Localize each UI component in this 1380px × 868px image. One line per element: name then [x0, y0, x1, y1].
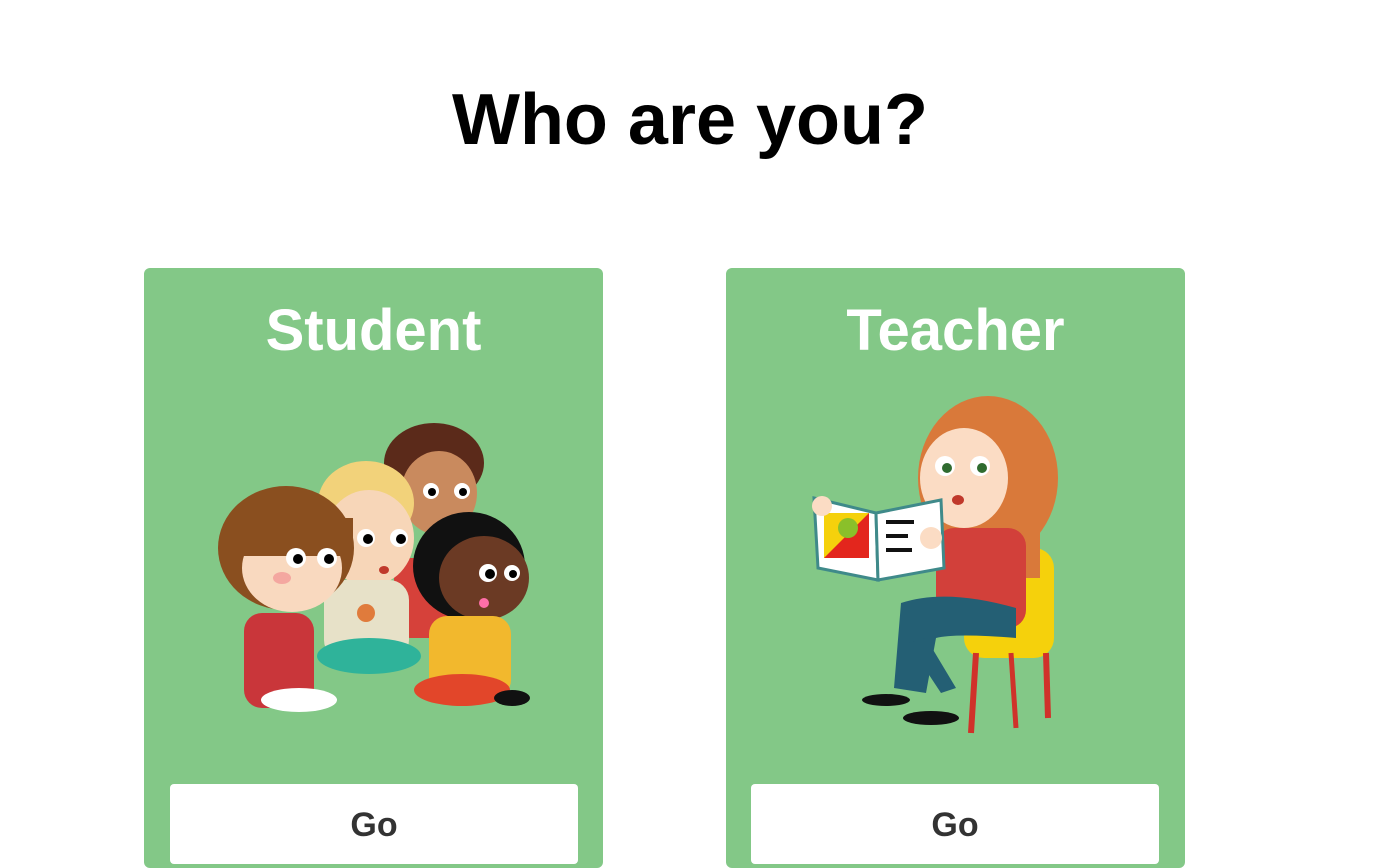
student-card-title: Student	[265, 298, 482, 363]
children-sitting-illustration	[218, 423, 530, 712]
student-go-button[interactable]: Go	[170, 784, 578, 864]
teacher-go-button[interactable]: Go	[751, 784, 1159, 864]
teacher-reading-book-illustration	[812, 396, 1058, 734]
student-card: Student Go	[144, 268, 603, 868]
page-title: Who are you?	[451, 80, 928, 160]
teacher-card: Teacher Go	[726, 268, 1185, 868]
teacher-card-title: Teacher	[846, 298, 1065, 363]
